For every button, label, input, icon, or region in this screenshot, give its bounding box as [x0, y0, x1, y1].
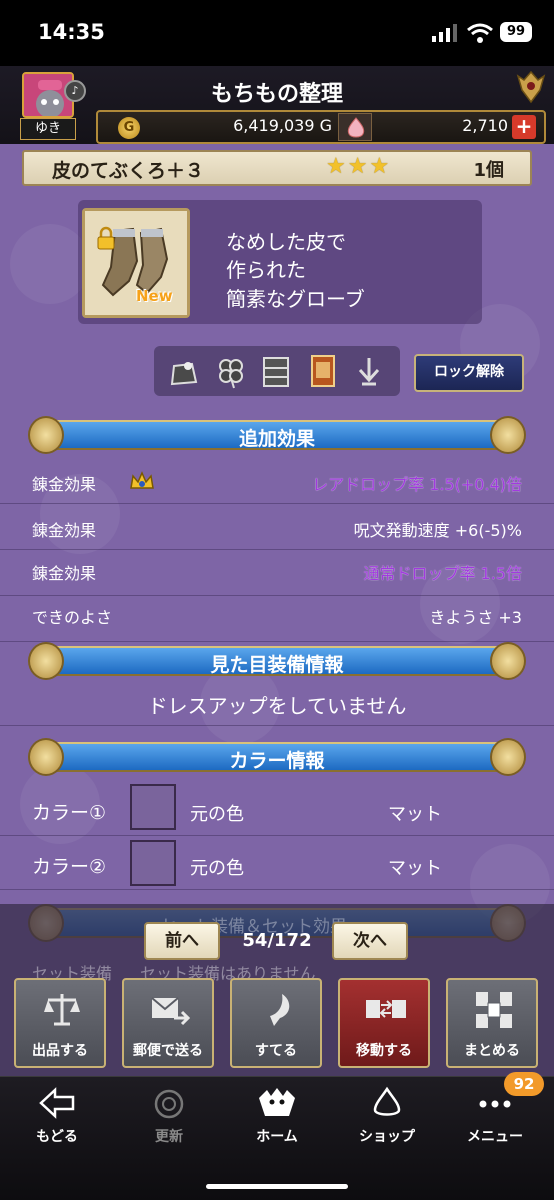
next-button[interactable]: 次へ [332, 922, 408, 960]
page-title: もちもの整理 [210, 82, 343, 107]
tab-label: メニュー [467, 1129, 523, 1145]
action-label: 移動する [356, 1043, 412, 1059]
tab-home[interactable]: ホーム [222, 1086, 332, 1150]
section-title: 見た目装備情報 [210, 654, 344, 676]
bag-icon[interactable] [166, 352, 200, 390]
item-name: 皮のてぶくろ＋３ [52, 160, 205, 182]
item-rating-stars: ★★★ [326, 154, 392, 179]
tab-back[interactable]: もどる [2, 1086, 112, 1150]
bundle-button[interactable]: まとめる [446, 978, 538, 1068]
tab-label: ショップ [359, 1129, 415, 1145]
action-label: まとめる [464, 1043, 520, 1059]
shop-icon [373, 1086, 401, 1116]
section-title: カラー情報 [229, 750, 325, 772]
action-label: すてる [254, 1043, 298, 1059]
pager-position: 54/172 [242, 930, 312, 951]
color-original: 元の色 [190, 858, 244, 879]
action-label: 郵便で送る [133, 1043, 203, 1059]
back-arrow-icon [39, 1087, 75, 1119]
effect-label: 錬金効果 [32, 564, 97, 583]
color-swatch[interactable] [130, 784, 176, 830]
list-item-button[interactable]: 出品する [14, 978, 106, 1068]
effect-row: 錬金効果 レアドロップ率 1.5(+0.4)倍 [0, 458, 554, 504]
emblem-icon[interactable] [516, 70, 546, 104]
item-description-line: なめした皮で [226, 230, 346, 254]
avatar-name: ゆき [20, 118, 76, 140]
section-appearance: 見た目装備情報 [28, 642, 526, 680]
tab-label: ホーム [256, 1129, 298, 1145]
color-label: カラー② [32, 856, 107, 878]
mail-send-icon [151, 997, 190, 1026]
section-title: 追加効果 [238, 428, 315, 450]
tab-refresh[interactable]: 更新 [114, 1086, 224, 1150]
item-description-line: 作られた [226, 258, 306, 282]
item-count: 1個 [473, 160, 504, 181]
action-label: 出品する [32, 1043, 88, 1059]
effect-value: きようさ +3 [429, 608, 522, 627]
unlock-button[interactable]: ロック解除 [414, 354, 524, 392]
wifi-icon [467, 23, 493, 43]
new-badge: New [136, 287, 173, 305]
color-finish: マット [388, 858, 442, 879]
effect-label: 錬金効果 [32, 521, 97, 540]
effect-value: 通常ドロップ率 1.5倍 [363, 564, 522, 583]
battery-indicator: 99 [500, 22, 532, 42]
color-original: 元の色 [190, 804, 244, 825]
color-finish: マット [388, 804, 442, 825]
effect-row: できのよさ きようさ +3 [0, 596, 554, 642]
avatar-music-icon: ♪ [64, 80, 86, 102]
refresh-icon [154, 1089, 184, 1119]
sort-down-icon[interactable] [352, 352, 386, 390]
gem-icon [338, 113, 372, 141]
tab-shop[interactable]: ショップ [332, 1086, 442, 1150]
clover-icon[interactable] [214, 352, 248, 390]
effect-label: 錬金効果 [32, 475, 97, 494]
send-by-mail-button[interactable]: 郵便で送る [122, 978, 214, 1068]
tab-label: 更新 [155, 1129, 183, 1145]
effect-value: レアドロップ率 1.5(+0.4)倍 [312, 475, 522, 494]
book-icon[interactable] [306, 352, 340, 390]
color-swatch[interactable] [130, 840, 176, 886]
bundle-icon [476, 992, 512, 1028]
effect-value: 呪文発動速度 +6(-5)% [353, 521, 522, 540]
signal-icon [432, 24, 457, 42]
gem-amount: 2,710 [462, 116, 508, 135]
move-icon [366, 1000, 406, 1018]
color-label: カラー① [32, 802, 107, 824]
gold-amount: 6,419,039 G [233, 116, 332, 135]
effect-row: 錬金効果 通常ドロップ率 1.5倍 [0, 550, 554, 596]
home-icon [259, 1088, 295, 1116]
crown-icon [130, 471, 154, 489]
discard-button[interactable]: すてる [230, 978, 322, 1068]
home-indicator[interactable] [206, 1184, 348, 1189]
effect-row: 錬金効果 呪文発動速度 +6(-5)% [0, 504, 554, 550]
move-button[interactable]: 移動する [338, 978, 430, 1068]
section-color-info: カラー情報 [28, 738, 526, 776]
effect-label: できのよさ [32, 608, 113, 627]
scale-icon [44, 994, 80, 1026]
item-description-line: 簡素なグローブ [226, 287, 365, 311]
section-extra-effects: 追加効果 [28, 416, 526, 454]
add-gems-button[interactable]: + [512, 115, 536, 139]
status-time: 14:35 [38, 20, 105, 44]
tab-label: もどる [36, 1129, 78, 1145]
menu-notification-badge: 92 [504, 1072, 544, 1096]
lock-icon [97, 226, 115, 250]
storage-cabinet-icon[interactable] [260, 352, 294, 390]
gold-coin-icon: G [118, 117, 140, 139]
discard-icon [270, 994, 290, 1026]
dressup-row [0, 680, 554, 726]
prev-button[interactable]: 前へ [144, 922, 220, 960]
